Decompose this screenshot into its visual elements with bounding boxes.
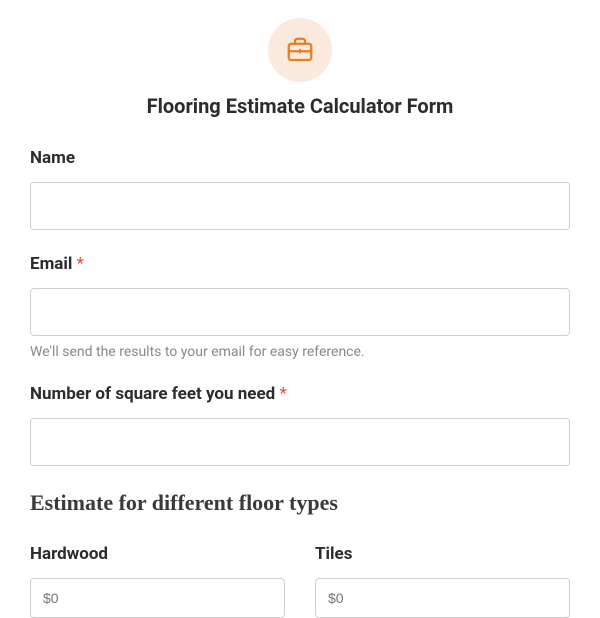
tiles-label: Tiles [315,544,570,564]
briefcase-icon [285,35,315,65]
email-label: Email * [30,254,570,274]
sqft-field: Number of square feet you need * [30,384,570,466]
email-field: Email * We'll send the results to your e… [30,254,570,360]
name-input[interactable] [30,182,570,230]
email-required-marker: * [77,254,84,274]
sqft-required-marker: * [279,384,286,404]
form-title: Flooring Estimate Calculator Form [30,94,570,118]
estimates-row: Hardwood Tiles [30,544,570,618]
hardwood-input[interactable] [30,578,285,618]
tiles-input[interactable] [315,578,570,618]
tiles-field: Tiles [315,544,570,618]
email-input[interactable] [30,288,570,336]
name-field: Name [30,148,570,230]
hardwood-field: Hardwood [30,544,285,618]
estimates-section-heading: Estimate for different floor types [30,490,570,516]
hardwood-label: Hardwood [30,544,285,564]
header-icon-circle [268,18,332,82]
sqft-label: Number of square feet you need * [30,384,570,404]
email-help-text: We'll send the results to your email for… [30,344,570,360]
sqft-input[interactable] [30,418,570,466]
email-label-text: Email [30,254,72,274]
sqft-label-text: Number of square feet you need [30,384,275,404]
name-label: Name [30,148,570,168]
